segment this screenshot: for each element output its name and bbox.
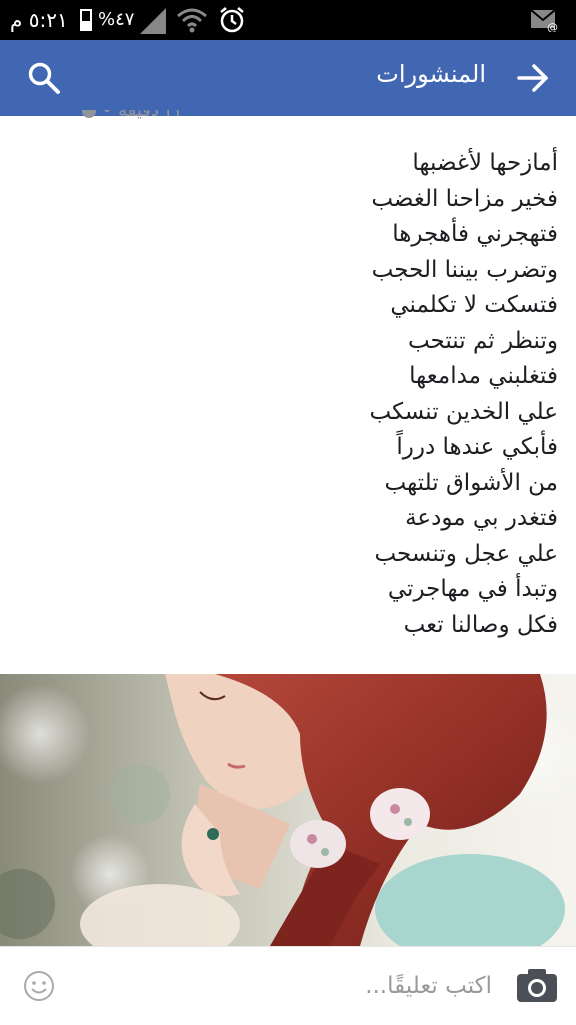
poem-line: فخير مزاحنا الغضب (371, 185, 558, 212)
emoji-icon[interactable] (22, 969, 56, 1003)
poem-line: علي الخدين تنسكب (369, 398, 558, 425)
comment-input[interactable] (80, 965, 494, 1007)
camera-icon[interactable] (516, 967, 558, 1003)
status-bar: ٥:٢١ م %٤٧ @ (0, 0, 576, 40)
arrow-right-icon[interactable] (516, 62, 550, 94)
app-bar: المنشورات (0, 40, 576, 116)
post-timestamp: ٢٢ دقيقة • (82, 110, 184, 132)
post-text: أمازحها لأغضبها فخير مزاحنا الغضب فتهجرن… (58, 146, 558, 643)
poem-line: وتضرب بيننا الحجب (371, 256, 558, 283)
mail-icon: @ (530, 9, 558, 32)
search-icon[interactable] (26, 60, 62, 96)
poem-line: أمازحها لأغضبها (412, 150, 558, 176)
svg-text:@: @ (547, 21, 558, 32)
wifi-icon (177, 8, 207, 33)
poem-line: علي عجل وتنسحب (374, 540, 558, 567)
battery-level: %٤٧ (98, 9, 135, 30)
poem-line: فتهجرني فأهجرها (392, 221, 558, 247)
battery-icon (80, 9, 92, 31)
comment-bar (0, 946, 576, 1025)
poem-line: فكل وصالنا تعب (403, 611, 558, 638)
globe-icon (82, 110, 96, 118)
timestamp-text: ٢٢ دقيقة • (101, 110, 184, 121)
poem-line: فتغدر بي مودعة (405, 505, 558, 531)
poem-line: وتنظر ثم تنتحب (407, 327, 558, 354)
signal-icon (140, 8, 166, 34)
poem-line: فتسكت لا تكلمني (390, 292, 558, 318)
poem-line: من الأشواق تلتهب (384, 469, 559, 496)
poem-line: فأبكي عندها درراً (396, 434, 558, 460)
page-title: المنشورات (376, 60, 486, 88)
alarm-icon (220, 7, 244, 33)
post-photo[interactable] (0, 674, 576, 946)
poem-line: وتبدأ في مهاجرتي (387, 576, 558, 602)
poem-line: فتغلبني مدامعها (409, 363, 558, 389)
status-time: ٥:٢١ م (10, 8, 68, 32)
